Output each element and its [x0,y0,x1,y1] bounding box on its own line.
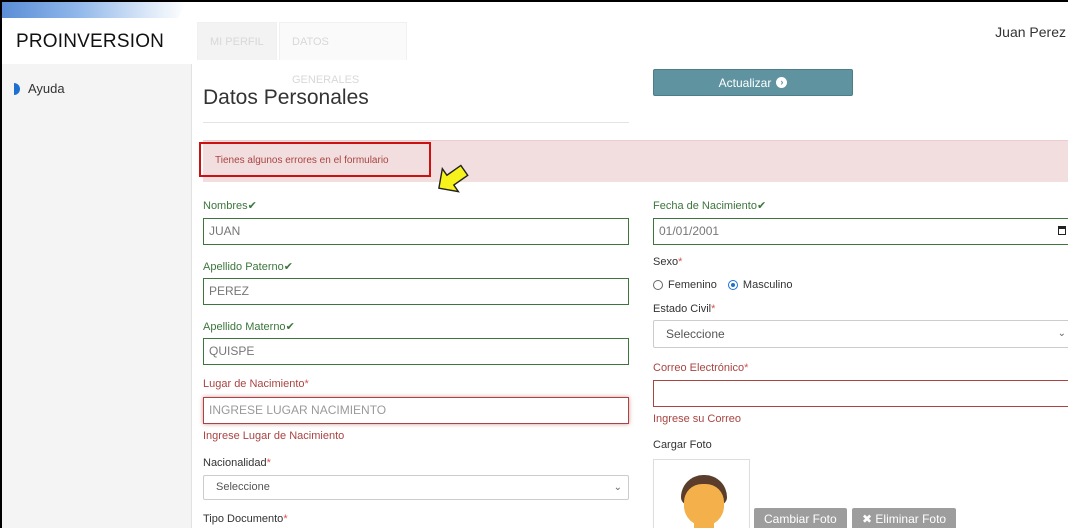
correo-input[interactable] [653,380,1068,407]
delete-photo-button[interactable]: ✖ Eliminar Foto [852,508,957,528]
change-photo-button[interactable]: Cambiar Foto [754,508,847,528]
lugar-nacimiento-help: Ingrese Lugar de Nacimiento [203,430,345,442]
estado-civil-select[interactable]: Seleccione ⌄ [653,320,1068,348]
photo-preview [653,459,750,528]
update-button[interactable]: Actualizar › [653,69,853,96]
apellido-materno-label: Apellido Materno✔ [203,321,295,333]
correo-label: Correo Electrónico* [653,362,749,374]
user-menu[interactable]: Juan Perez [995,24,1066,40]
sexo-label: Sexo* [653,256,683,268]
close-icon: ✖ [862,512,873,526]
lugar-nacimiento-input[interactable]: INGRESE LUGAR NACIMIENTO [203,397,629,424]
fecha-nacimiento-input[interactable]: 01/01/2001 [653,218,1068,245]
check-icon: ✔ [285,321,295,333]
chevron-down-icon: ⌄ [1057,328,1066,339]
apellido-materno-input[interactable]: QUISPE [203,338,629,365]
nacionalidad-select[interactable]: Seleccione ⌄ [203,475,629,500]
title-divider [203,122,629,123]
lugar-nacimiento-label: Lugar de Nacimiento* [203,378,309,390]
brand-title[interactable]: PROINVERSION [16,31,164,53]
tab-datos-generales[interactable]: DATOS GENERALES [279,22,407,86]
tab-mi-perfil[interactable]: MI PERFIL [197,22,277,60]
brand-banner [2,2,187,18]
avatar-neck [694,520,714,528]
sexo-radio-group: Femenino Masculino [653,279,792,291]
delete-photo-label: Eliminar Foto [875,512,947,526]
app-window: PROINVERSION Ayuda MI PERFIL DATOS GENER… [0,0,1068,528]
nacionalidad-label: Nacionalidad* [203,457,271,469]
radio-femenino-label: Femenino [668,279,717,291]
bullet-icon [14,82,20,95]
radio-femenino[interactable] [653,280,663,290]
chevron-down-icon: ⌄ [613,482,622,493]
nombres-label: Nombres✔ [203,200,257,212]
error-alert-text: Tienes algunos errores en el formulario [215,155,389,166]
page-title: Datos Personales [203,86,369,109]
check-icon: ✔ [283,261,293,273]
nacionalidad-select-value: Seleccione [216,481,270,493]
check-icon: ✔ [756,200,767,212]
tipo-documento-label: Tipo Documento* [203,513,288,525]
cargar-foto-label: Cargar Foto [653,439,712,451]
fecha-nacimiento-label: Fecha de Nacimiento✔ [653,200,767,212]
nombres-input[interactable]: JUAN [203,218,629,245]
brand-area: PROINVERSION [2,2,192,64]
apellido-paterno-input[interactable]: PEREZ [203,278,629,305]
arrow-circle-right-icon: › [776,77,788,88]
sidebar: PROINVERSION Ayuda [2,2,192,528]
fecha-nacimiento-value: 01/01/2001 [659,224,720,238]
sidebar-item-ayuda[interactable]: Ayuda [14,81,65,96]
correo-help: Ingrese su Correo [653,413,742,425]
apellido-paterno-label: Apellido Paterno✔ [203,261,293,273]
calendar-icon[interactable] [1058,226,1066,235]
top-bar: MI PERFIL DATOS GENERALES Juan Perez [192,2,1068,86]
sidebar-item-label: Ayuda [28,81,65,96]
estado-civil-select-value: Seleccione [666,327,725,341]
check-icon: ✔ [247,200,257,212]
radio-masculino[interactable] [727,280,738,290]
update-button-label: Actualizar [718,75,772,90]
estado-civil-label: Estado Civil* [653,303,716,315]
radio-masculino-label: Masculino [742,279,793,291]
pointer-arrow-icon [438,164,469,193]
